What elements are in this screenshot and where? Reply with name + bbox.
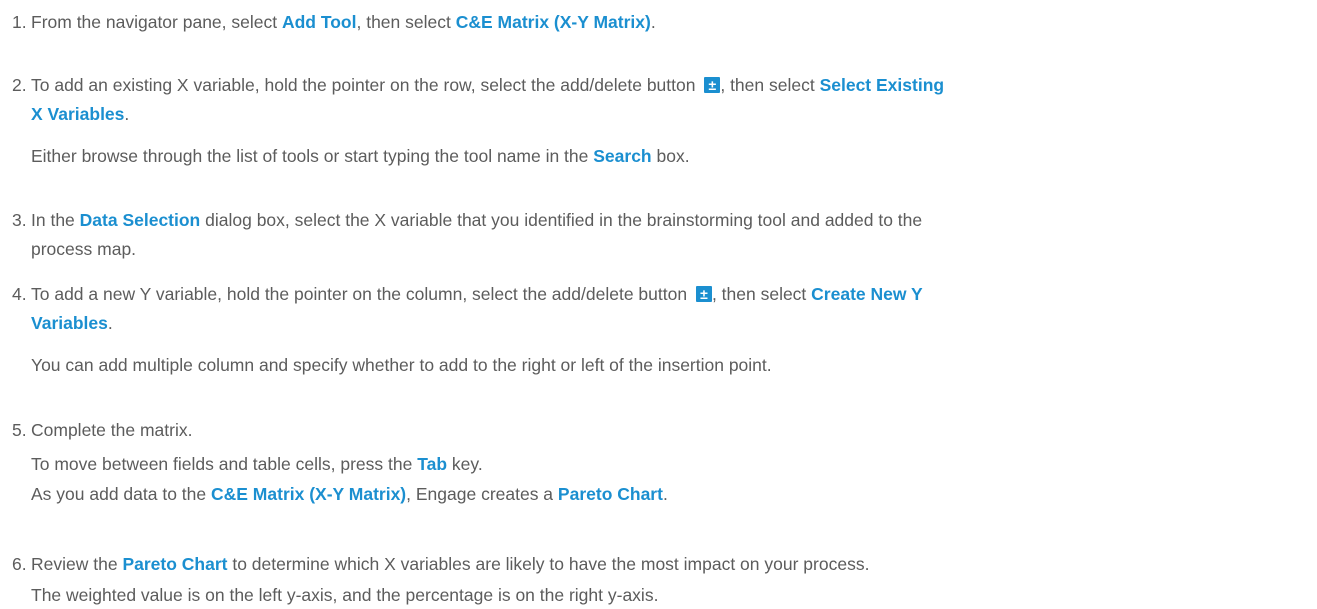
text: To add an existing X variable, hold the …: [31, 75, 701, 95]
text: .: [662, 484, 668, 504]
text: .: [107, 313, 113, 333]
step-text: From the navigator pane, select Add Tool…: [31, 10, 1303, 34]
text: From the navigator pane, select: [31, 12, 282, 32]
step-text: To add a new Y variable, hold the pointe…: [31, 282, 1303, 306]
step-text: To add an existing X variable, hold the …: [31, 73, 1303, 97]
step-note: To move between fields and table cells, …: [31, 452, 1303, 476]
step-text: In the Data Selection dialog box, select…: [31, 208, 1303, 232]
text: .: [650, 12, 656, 32]
pareto-chart-label: Pareto Chart: [557, 484, 663, 504]
tab-key-label: Tab: [417, 454, 448, 474]
step-note: You can add multiple column and specify …: [31, 353, 1303, 377]
data-selection-label: Data Selection: [79, 210, 201, 230]
step-number: 6.: [12, 554, 27, 574]
step-number: 1.: [12, 12, 27, 32]
step-number: 3.: [12, 210, 27, 230]
x-variables-label: X Variables: [31, 104, 125, 124]
step-number: 5.: [12, 420, 27, 440]
step-number: 2.: [12, 75, 27, 95]
pareto-chart-label: Pareto Chart: [122, 554, 228, 574]
ce-matrix-label: C&E Matrix (X-Y Matrix): [211, 484, 407, 504]
text: , then select: [711, 284, 812, 304]
text: As you add data to the: [31, 484, 211, 504]
add-tool-label: Add Tool: [281, 12, 357, 32]
text: .: [124, 104, 130, 124]
text: Complete the matrix.: [31, 420, 193, 440]
plus-minus-icon: ±: [695, 286, 712, 302]
plus-minus-icon: ±: [704, 77, 721, 93]
text: The weighted value is on the left y-axis…: [31, 585, 659, 605]
search-label: Search: [593, 146, 652, 166]
text: to determine which X variables are likel…: [227, 554, 870, 574]
text: dialog box, select the X variable that y…: [200, 210, 923, 230]
step-number: 4.: [12, 284, 27, 304]
text: box.: [651, 146, 690, 166]
text: To add a new Y variable, hold the pointe…: [31, 284, 692, 304]
text: To move between fields and table cells, …: [31, 454, 418, 474]
text: Either browse through the list of tools …: [31, 146, 594, 166]
text: You can add multiple column and specify …: [31, 355, 772, 375]
select-existing-label: Select Existing: [819, 75, 945, 95]
create-new-y-label: Create New Y: [811, 284, 923, 304]
step-text: Review the Pareto Chart to determine whi…: [31, 552, 1303, 576]
text: , then select: [720, 75, 820, 95]
text: , Engage creates a: [406, 484, 558, 504]
step-note: Either browse through the list of tools …: [31, 144, 1303, 168]
step-text: Complete the matrix.: [31, 418, 1303, 442]
text: key.: [447, 454, 483, 474]
step-text-continued: Variables.: [31, 311, 1303, 335]
step-text-continued: process map.: [31, 237, 1303, 261]
text: , then select: [356, 12, 456, 32]
variables-label: Variables: [31, 313, 108, 333]
step-note: The weighted value is on the left y-axis…: [31, 583, 1303, 607]
step-text-continued: X Variables.: [31, 102, 1303, 126]
text: In the: [31, 210, 80, 230]
ce-matrix-label: C&E Matrix (X-Y Matrix): [455, 12, 651, 32]
text: Review the: [31, 554, 123, 574]
step-note: As you add data to the C&E Matrix (X-Y M…: [31, 482, 1303, 506]
text: process map.: [31, 239, 137, 259]
